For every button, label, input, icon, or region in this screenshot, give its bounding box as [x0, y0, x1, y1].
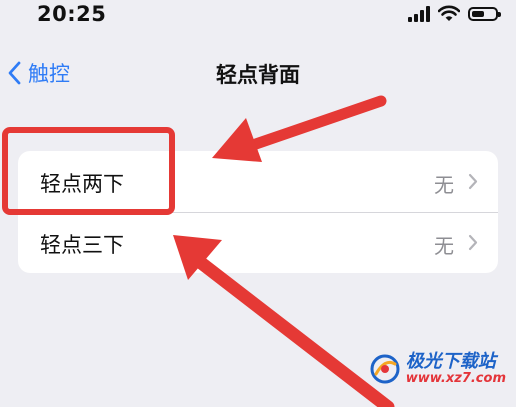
watermark: 极光下载站 www.xz7.com — [370, 351, 506, 386]
watermark-logo-icon — [370, 354, 400, 384]
annotation-arrow-lower — [173, 235, 395, 407]
watermark-url: www.xz7.com — [405, 370, 506, 386]
watermark-brand: 极光下载站 — [405, 351, 496, 372]
annotation-arrows — [173, 95, 395, 407]
annotation-arrow-upper — [212, 95, 387, 162]
